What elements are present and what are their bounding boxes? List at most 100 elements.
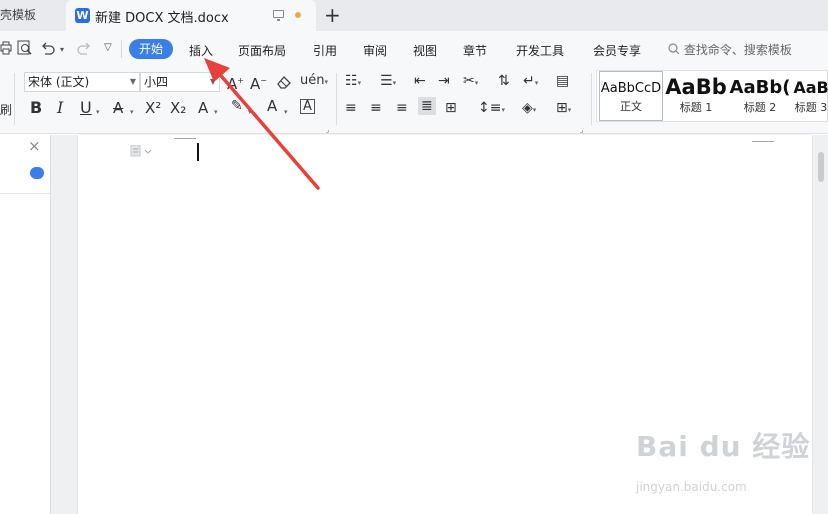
- ribbon-toolbar: 刷 宋体 (正文) ▼ 小四 ▼ A+ A− uén▾ B I U ▾ A ▾ X²…: [0, 67, 828, 184]
- style-normal-preview: AaBbCcD: [600, 81, 662, 96]
- style-heading-1[interactable]: AaBb 标题 1: [665, 71, 727, 121]
- font-color-button[interactable]: A: [267, 97, 277, 115]
- menu-references[interactable]: 引用: [313, 42, 337, 59]
- align-left-button[interactable]: ≡: [345, 99, 357, 117]
- strikethrough-button[interactable]: A: [113, 99, 123, 117]
- close-icon[interactable]: ×: [28, 137, 41, 155]
- chevron-down-icon: ▼: [209, 77, 216, 86]
- justify-button[interactable]: ≣: [418, 97, 436, 115]
- undo-icon[interactable]: [40, 41, 56, 55]
- underline-button[interactable]: U: [80, 99, 92, 117]
- nav-pane-toggle-icon[interactable]: [30, 167, 44, 179]
- numbered-list-button[interactable]: ☰▾: [380, 72, 396, 92]
- print-preview-icon[interactable]: [17, 40, 33, 56]
- menu-divider: [121, 40, 122, 58]
- style-normal-label: 正文: [620, 100, 642, 113]
- style-heading-2-label: 标题 2: [743, 101, 777, 114]
- redo-icon[interactable]: [76, 41, 92, 55]
- menu-view[interactable]: 视图: [413, 42, 437, 59]
- ribbon-divider: [591, 73, 592, 125]
- increase-indent-button[interactable]: ⇥: [438, 72, 450, 90]
- highlight-button[interactable]: ✎: [231, 97, 243, 115]
- customize-icon[interactable]: ▽: [104, 42, 112, 53]
- text-effect-button[interactable]: A: [198, 99, 208, 117]
- text-cursor: [197, 143, 199, 161]
- font-size-value: 小四: [144, 75, 169, 89]
- style-heading-1-label: 标题 1: [679, 101, 713, 114]
- tab-template[interactable]: 找稻壳模板: [0, 0, 62, 31]
- undo-dropdown-icon[interactable]: ▾: [60, 45, 64, 54]
- menu-bar: ▾ ▽ 开始 插入 页面布局 引用 审阅 视图 章节 开发工具 会员专享 查找命…: [0, 31, 828, 67]
- tab-template-label: 找稻壳模板: [0, 8, 37, 22]
- shrink-font-button[interactable]: A−: [250, 72, 267, 93]
- ruler-button[interactable]: ▤: [556, 72, 569, 90]
- style-heading-2-preview: AaBb(: [729, 77, 791, 98]
- superscript-button[interactable]: X²: [145, 99, 161, 117]
- phonetic-guide-button[interactable]: uén▾: [300, 72, 328, 91]
- menu-page-layout[interactable]: 页面布局: [238, 42, 286, 59]
- text-effect-dropdown-icon[interactable]: ▾: [214, 101, 218, 121]
- chinese-layout-button[interactable]: ✂▾: [463, 72, 478, 92]
- wps-writer-icon: W: [75, 8, 90, 23]
- margin-marker: [174, 138, 196, 139]
- margin-marker: [752, 141, 774, 142]
- sort-button[interactable]: ⇅: [498, 72, 510, 90]
- nav-pane-divider: [0, 193, 50, 194]
- font-name-value: 宋体 (正文): [28, 75, 90, 89]
- clear-format-icon[interactable]: [276, 74, 292, 89]
- grow-font-button[interactable]: A+: [227, 72, 244, 93]
- decrease-indent-button[interactable]: ⇤: [414, 72, 426, 90]
- menu-home[interactable]: 开始: [129, 39, 173, 59]
- bullet-list-button[interactable]: ☷▾: [345, 72, 361, 92]
- align-right-button[interactable]: ≡: [396, 99, 408, 117]
- tab-document-title: 新建 DOCX 文档.docx: [95, 11, 229, 26]
- search-icon: [668, 43, 680, 55]
- bold-button[interactable]: B: [30, 99, 42, 117]
- style-heading-3[interactable]: AaB 标题 3: [793, 71, 828, 121]
- style-heading-3-label: 标题 3: [794, 101, 828, 114]
- style-normal[interactable]: AaBbCcD 正文: [599, 71, 663, 121]
- vertical-scrollbar[interactable]: [818, 152, 824, 182]
- format-painter-label[interactable]: 刷: [0, 101, 12, 119]
- menu-review[interactable]: 审阅: [363, 42, 387, 59]
- highlight-dropdown-icon[interactable]: ▾: [248, 101, 252, 121]
- watermark-main: Bai du 经验: [636, 430, 811, 463]
- menu-chapter[interactable]: 章节: [463, 42, 487, 59]
- char-border-button[interactable]: A: [300, 99, 315, 114]
- menu-developer[interactable]: 开发工具: [516, 42, 564, 59]
- tab-document[interactable]: W 新建 DOCX 文档.docx: [66, 0, 316, 31]
- tab-bar: 找稻壳模板 W 新建 DOCX 文档.docx +: [0, 0, 828, 31]
- print-icon[interactable]: [0, 41, 12, 55]
- show-marks-button[interactable]: ↵▾: [523, 72, 538, 92]
- menu-insert[interactable]: 插入: [189, 42, 213, 59]
- font-size-select[interactable]: 小四 ▼: [140, 72, 220, 92]
- right-gutter: [812, 135, 828, 514]
- font-name-select[interactable]: 宋体 (正文) ▼: [24, 72, 140, 92]
- underline-dropdown-icon[interactable]: ▾: [96, 101, 100, 121]
- paragraph-handle-icon[interactable]: [130, 145, 154, 157]
- ribbon-divider: [336, 73, 337, 125]
- strikethrough-dropdown-icon[interactable]: ▾: [130, 101, 134, 121]
- shading-button[interactable]: ◈▾: [522, 99, 536, 119]
- styles-gallery: AaBbCcD 正文 AaBb 标题 1 AaBb( 标题 2 AaB 标题 3: [596, 70, 828, 122]
- italic-button[interactable]: I: [57, 99, 63, 117]
- style-heading-1-preview: AaBb: [665, 75, 727, 99]
- style-heading-2[interactable]: AaBb( 标题 2: [729, 71, 791, 121]
- line-spacing-button[interactable]: ↕≡▾: [478, 99, 505, 119]
- style-heading-3-preview: AaB: [793, 78, 828, 97]
- new-tab-button[interactable]: +: [324, 3, 341, 27]
- ribbon-divider: [14, 73, 15, 125]
- font-color-dropdown-icon[interactable]: ▾: [284, 101, 288, 121]
- search-placeholder: 查找命令、搜索模板: [683, 43, 792, 57]
- navigation-pane: ×: [0, 135, 51, 514]
- subscript-button[interactable]: X₂: [170, 99, 186, 117]
- align-center-button[interactable]: ≡: [370, 99, 382, 117]
- watermark-logo: Bai du 经验: [636, 425, 810, 465]
- workspace-gutter: [51, 135, 78, 514]
- borders-button[interactable]: ⊞▾: [556, 99, 571, 119]
- monitor-icon[interactable]: [273, 10, 284, 21]
- unsaved-dot-icon: [295, 12, 301, 18]
- distributed-button[interactable]: ⊞: [445, 99, 457, 117]
- command-search[interactable]: 查找命令、搜索模板: [668, 41, 792, 58]
- menu-member[interactable]: 会员专享: [593, 42, 641, 59]
